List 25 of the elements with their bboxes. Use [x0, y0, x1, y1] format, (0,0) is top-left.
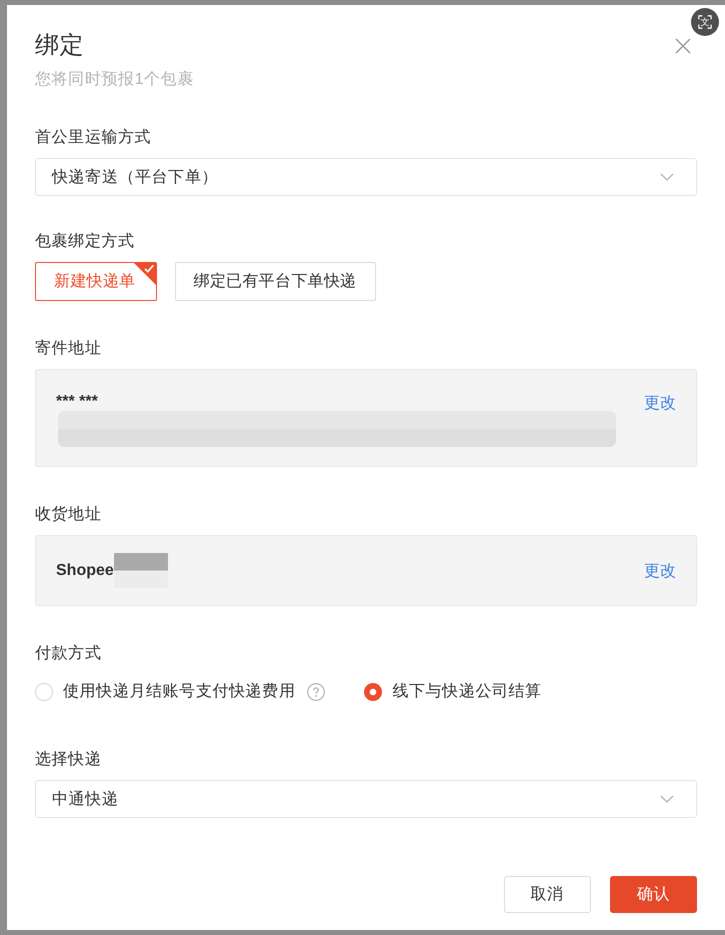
binding-option-button[interactable]: 绑定已有平台下单快递	[174, 262, 376, 301]
radio-label[interactable]: 使用快递月结账号支付快递费用	[63, 680, 296, 704]
help-icon[interactable]	[307, 683, 326, 701]
close-icon[interactable]	[675, 38, 691, 54]
field-label: 包裹绑定方式	[35, 232, 135, 252]
radio-label[interactable]: 线下与快递公司结算	[392, 680, 542, 704]
sender-name: *** ***	[56, 392, 98, 412]
dialog-title: 绑定	[35, 31, 86, 61]
radio-button[interactable]	[35, 683, 53, 701]
dialog-subtitle: 您将同时预报1个包裹	[35, 70, 194, 90]
binding-option-button[interactable]: 新建快递单	[35, 262, 156, 301]
receiver-name: Shopee	[56, 560, 114, 580]
field-label: 付款方式	[35, 644, 102, 664]
courier-select[interactable]: 中通快递	[35, 780, 697, 818]
check-corner-icon	[134, 263, 156, 285]
field-label: 选择快递	[35, 750, 102, 770]
field-label: 首公里运输方式	[35, 128, 152, 148]
field-label: 寄件地址	[35, 338, 102, 359]
radio-button[interactable]	[364, 683, 382, 701]
field-label: 收货地址	[35, 504, 102, 525]
chevron-down-icon	[660, 795, 674, 803]
chevron-down-icon	[660, 173, 674, 181]
cancel-button[interactable]: 取消	[504, 876, 591, 913]
confirm-button[interactable]: 确认	[610, 876, 697, 913]
shipping-method-select[interactable]: 快递寄送（平台下单）	[35, 158, 697, 196]
